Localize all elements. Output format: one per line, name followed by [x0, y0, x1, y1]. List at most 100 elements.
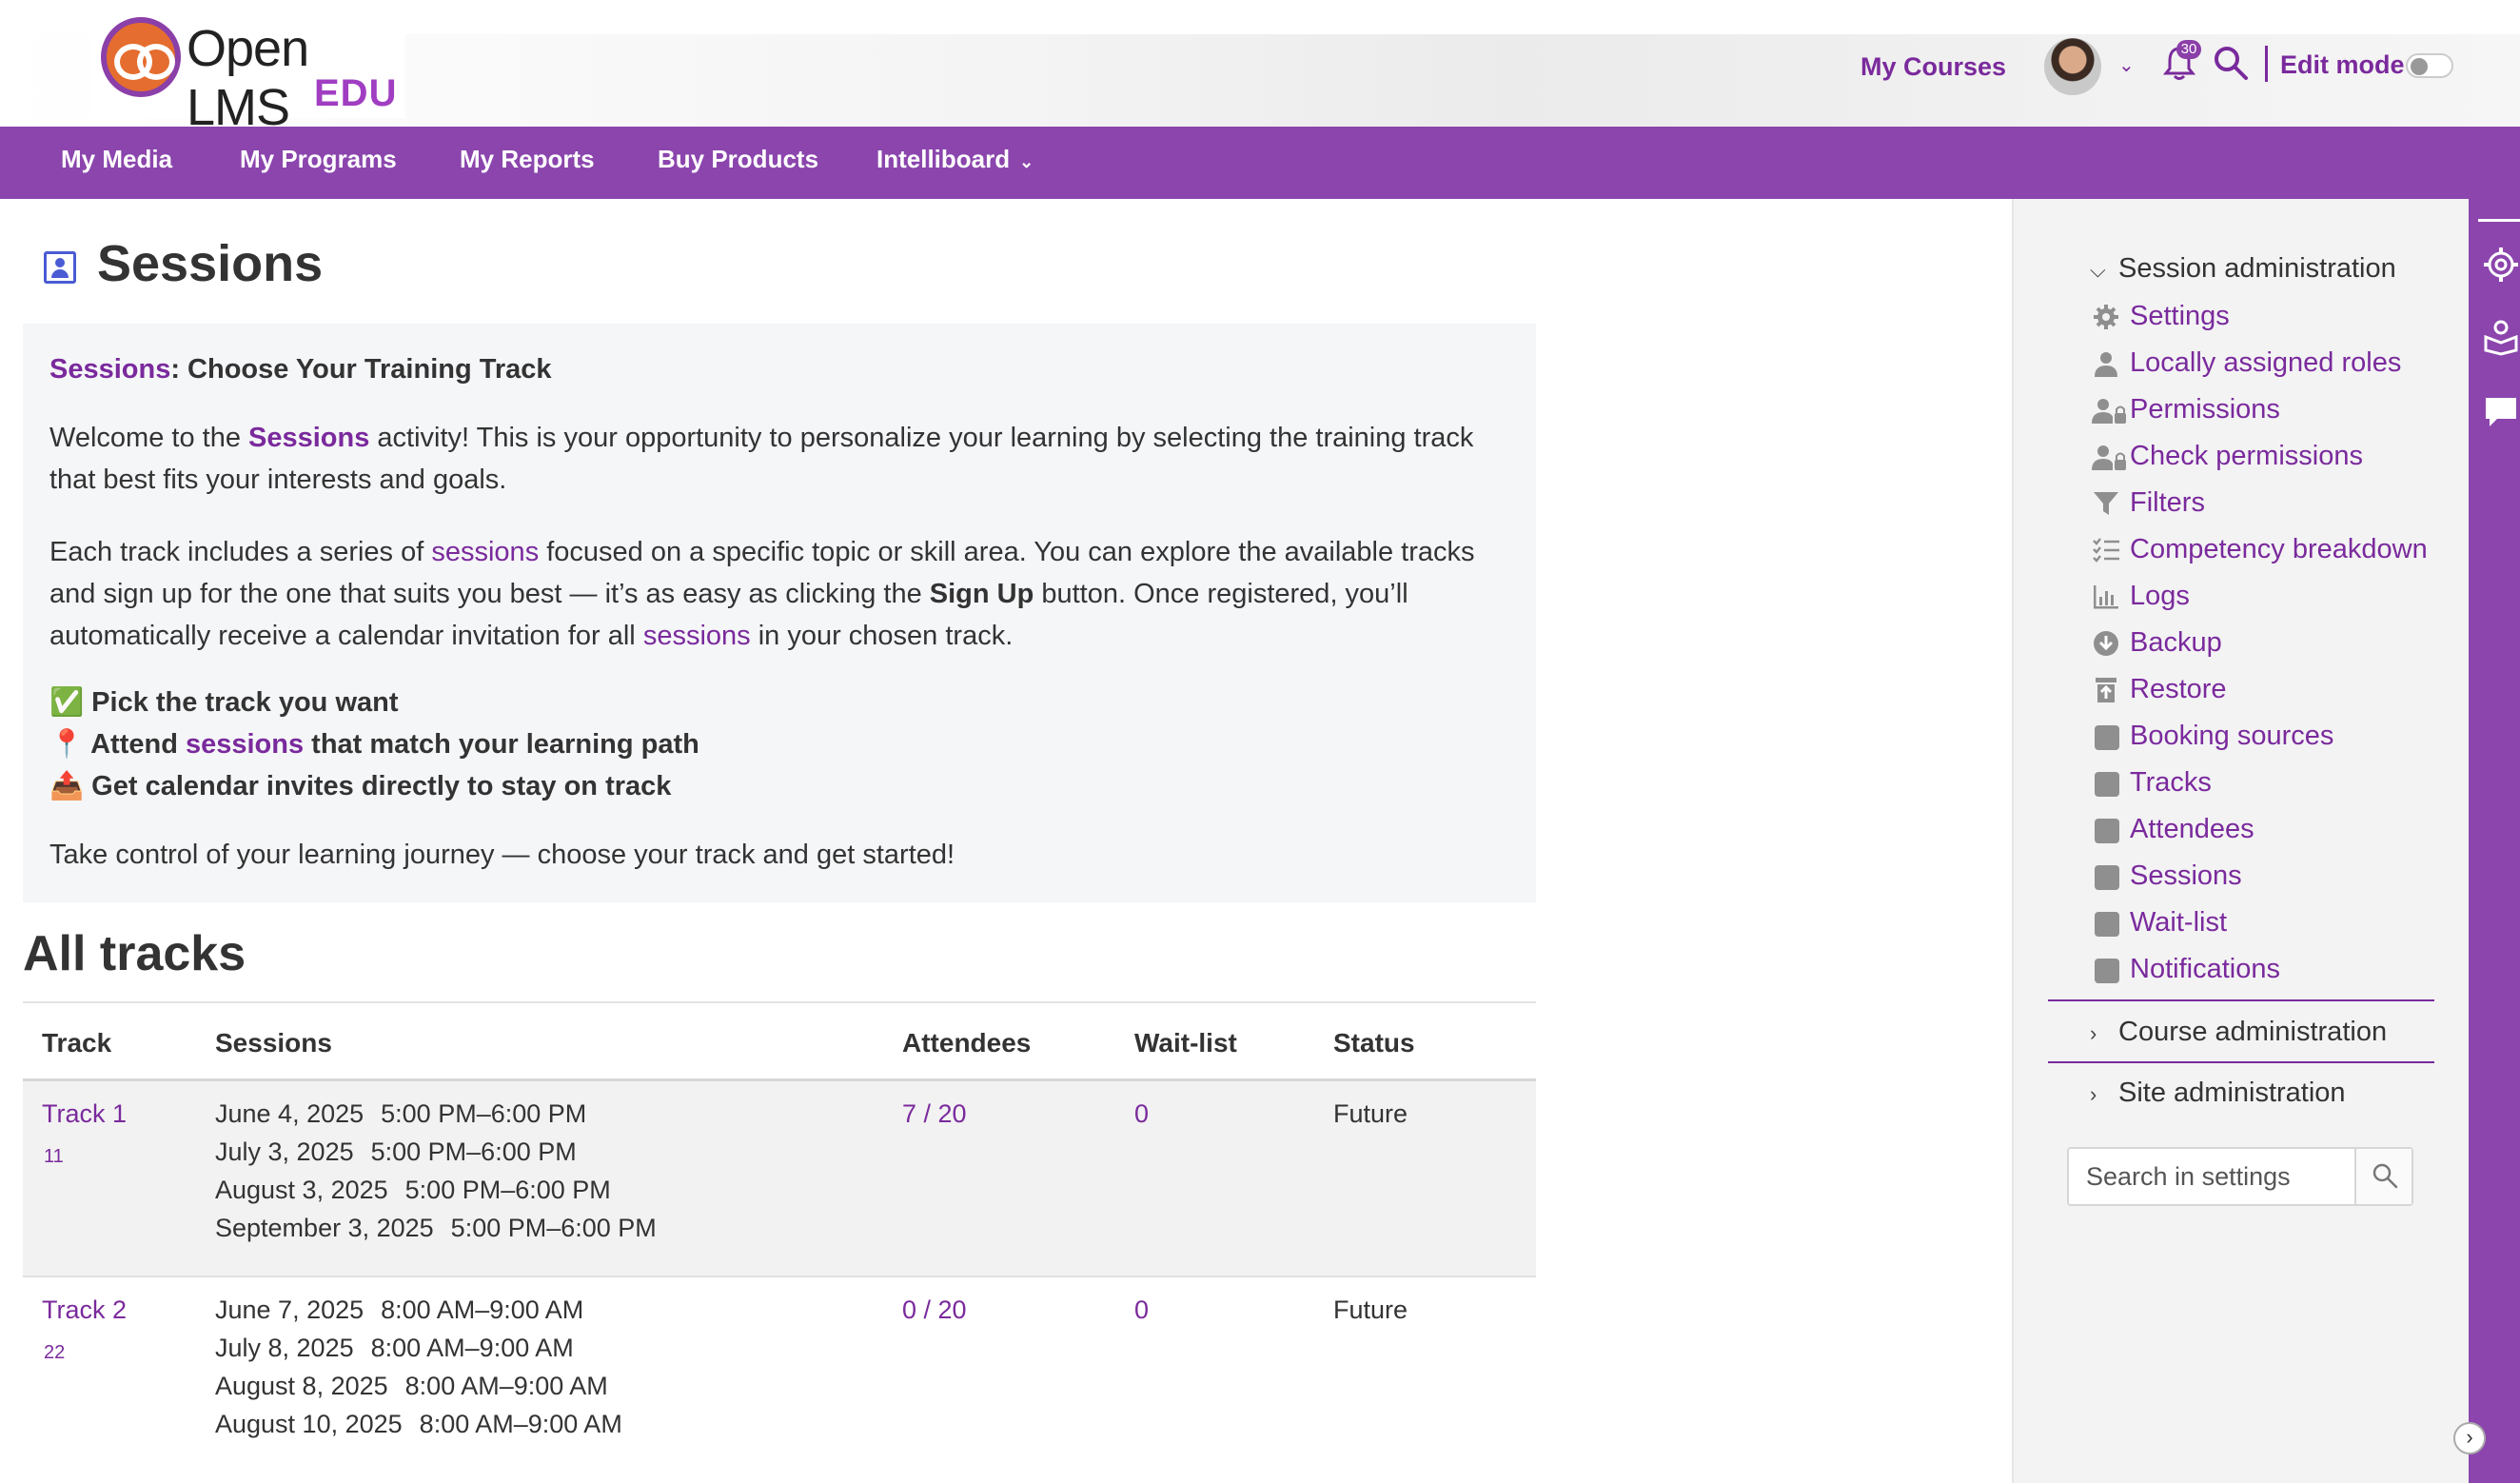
logo-subtext: EDU — [314, 72, 398, 114]
track-id: 22 — [44, 1342, 66, 1363]
admin-item-label: Logs — [2130, 581, 2190, 611]
nav-intelliboard[interactable]: Intelliboard ⌄ — [876, 145, 1034, 174]
gear-icon[interactable] — [2482, 246, 2520, 284]
session-date: July 3, 2025 — [215, 1137, 354, 1166]
nav-intelliboard-label: Intelliboard — [876, 145, 1011, 173]
session-date: August 8, 2025 — [215, 1372, 388, 1400]
admin-item-label: Settings — [2130, 301, 2230, 331]
bullet-1: ✅ Pick the track you want — [49, 682, 1515, 723]
sessions-link[interactable]: Sessions — [49, 354, 170, 385]
nav-my-media[interactable]: My Media — [61, 145, 172, 174]
chevron-right-icon[interactable]: › — [2453, 1422, 2486, 1454]
site-logo[interactable]: Open LMS EDU — [91, 13, 405, 136]
avatar[interactable] — [2044, 38, 2101, 95]
intro-paragraph-1: Welcome to the Sessions activity! This i… — [49, 417, 1515, 501]
bullet-2-text-a: Attend — [90, 729, 186, 760]
square-icon — [2095, 772, 2119, 797]
column-track[interactable]: Track — [42, 1028, 111, 1058]
status-text: Future — [1333, 1099, 1408, 1128]
chevron-down-icon[interactable]: ⌄ — [2118, 53, 2135, 77]
sessions-link[interactable]: sessions — [186, 729, 304, 760]
session-time: 8:00 AM–9:00 AM — [404, 1372, 608, 1400]
session-line: July 3, 2025 5:00 PM–6:00 PM — [215, 1133, 657, 1171]
admin-item-label: Wait-list — [2130, 907, 2228, 938]
column-sessions[interactable]: Sessions — [215, 1028, 332, 1058]
column-status[interactable]: Status — [1333, 1028, 1415, 1058]
column-attendees[interactable]: Attendees — [902, 1028, 1031, 1058]
site-administration-toggle[interactable]: › Site administration — [2090, 1078, 2346, 1109]
check-icon: ✅ — [49, 687, 85, 718]
session-line: July 8, 2025 8:00 AM–9:00 AM — [215, 1329, 622, 1367]
edit-mode-toggle[interactable] — [2406, 53, 2453, 78]
status-text: Future — [1333, 1295, 1408, 1324]
waitlist-link[interactable]: 0 — [1134, 1095, 1149, 1133]
bullet-2: 📍 Attend sessions that match your learni… — [49, 723, 1515, 765]
admin-item-label: Permissions — [2130, 394, 2280, 425]
course-administration-toggle[interactable]: › Course administration — [2090, 1017, 2387, 1048]
bullet-1-text: Pick the track you want — [91, 687, 399, 718]
download-icon — [2094, 631, 2118, 656]
bullet-3-text: Get calendar invites directly to stay on… — [91, 771, 672, 801]
square-icon — [2095, 725, 2119, 750]
user-lock-icon — [2092, 399, 2126, 424]
admin-item-label: Filters — [2130, 487, 2205, 518]
track-link[interactable]: Track 2 — [42, 1291, 127, 1329]
session-line: September 3, 2025 5:00 PM–6:00 PM — [215, 1209, 657, 1247]
session-date: July 8, 2025 — [215, 1334, 354, 1362]
admin-item-label: Check permissions — [2130, 441, 2363, 471]
chevron-down-icon: ⌵ — [2090, 258, 2106, 282]
admin-item-label: Sessions — [2130, 860, 2242, 891]
attendees-link[interactable]: 0 / 20 — [902, 1291, 967, 1329]
bullet-3: 📤 Get calendar invites directly to stay … — [49, 765, 1515, 807]
site-admin-label: Site administration — [2118, 1078, 2346, 1108]
chat-icon[interactable] — [2482, 392, 2520, 430]
sessions-link[interactable]: Sessions — [248, 423, 369, 453]
filter-icon — [2094, 492, 2118, 515]
admin-item-label: Backup — [2130, 627, 2222, 658]
sessions-link[interactable]: sessions — [431, 537, 539, 567]
nav-my-reports[interactable]: My Reports — [460, 145, 595, 174]
sessions-link[interactable]: sessions — [643, 621, 751, 651]
admin-item-label: Booking sources — [2130, 721, 2334, 751]
session-admin-label: Session administration — [2118, 253, 2396, 284]
session-line: August 3, 2025 5:00 PM–6:00 PM — [215, 1171, 657, 1209]
session-line: August 8, 2025 8:00 AM–9:00 AM — [215, 1367, 622, 1405]
chevron-right-icon: › — [2090, 1021, 2097, 1045]
attendees-link[interactable]: 7 / 20 — [902, 1095, 967, 1133]
users-book-icon[interactable] — [2482, 318, 2520, 356]
session-time: 5:00 PM–6:00 PM — [381, 1099, 587, 1128]
table-header: Track Sessions Attendees Wait-list Statu… — [23, 1001, 1536, 1081]
track-link[interactable]: Track 1 — [42, 1095, 127, 1133]
session-time: 8:00 AM–9:00 AM — [419, 1410, 622, 1438]
notification-badge: 30 — [2176, 40, 2201, 59]
nav-buy-products[interactable]: Buy Products — [658, 145, 818, 174]
all-tracks-heading: All tracks — [23, 926, 246, 981]
square-icon — [2095, 912, 2119, 937]
session-line: June 4, 2025 5:00 PM–6:00 PM — [215, 1095, 657, 1133]
session-time: 5:00 PM–6:00 PM — [370, 1137, 577, 1166]
intro-paragraph-2: Each track includes a series of sessions… — [49, 531, 1515, 657]
nav-my-programs[interactable]: My Programs — [240, 145, 397, 174]
column-waitlist[interactable]: Wait-list — [1134, 1028, 1237, 1058]
chevron-right-icon: › — [2090, 1082, 2097, 1106]
user-lock-icon — [2092, 445, 2126, 470]
settings-search-button[interactable] — [2354, 1149, 2412, 1204]
intro-heading: Sessions: Choose Your Training Track — [49, 348, 1515, 390]
outbox-icon: 📤 — [49, 771, 85, 801]
p2-text-a: Each track includes a series of — [49, 537, 432, 567]
page-title: Sessions — [97, 235, 324, 292]
session-date: September 3, 2025 — [215, 1214, 434, 1242]
chevron-down-icon: ⌄ — [1019, 152, 1034, 171]
waitlist-link[interactable]: 0 — [1134, 1291, 1149, 1329]
table-row: Track 2 22 June 7, 2025 8:00 AM–9:00 AM J… — [23, 1277, 1536, 1483]
sessions-activity-icon — [44, 251, 76, 284]
section-divider — [2048, 1061, 2434, 1063]
admin-item-label: Tracks — [2130, 767, 2212, 798]
session-time: 5:00 PM–6:00 PM — [450, 1214, 657, 1242]
checklist-icon — [2093, 538, 2119, 563]
session-administration-toggle[interactable]: ⌵ Session administration — [2090, 253, 2396, 285]
search-icon[interactable] — [2212, 44, 2250, 82]
my-courses-link[interactable]: My Courses — [1860, 52, 2006, 82]
admin-item-label: Attendees — [2130, 814, 2254, 844]
settings-search-input[interactable] — [2069, 1149, 2354, 1204]
